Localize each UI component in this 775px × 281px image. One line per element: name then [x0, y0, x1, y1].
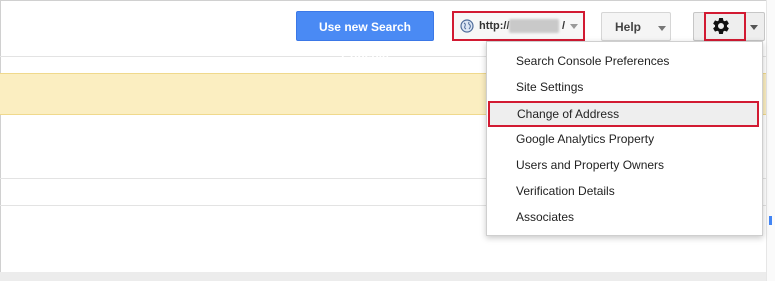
horizontal-scrollbar[interactable]: [0, 272, 775, 281]
menu-item-users-and-property-owners[interactable]: Users and Property Owners: [487, 152, 762, 178]
settings-dropdown-menu: Search Console Preferences Site Settings…: [486, 41, 763, 236]
menu-item-search-console-preferences[interactable]: Search Console Preferences: [487, 48, 762, 74]
menu-item-change-of-address[interactable]: Change of Address: [488, 101, 759, 127]
redacted-domain: [509, 19, 559, 33]
menu-item-associates[interactable]: Associates: [487, 204, 762, 230]
settings-button[interactable]: [693, 12, 765, 41]
gear-icon: [713, 17, 729, 34]
site-selector[interactable]: http:// /: [452, 11, 585, 41]
use-new-search-console-button[interactable]: Use new Search Console: [296, 11, 434, 64]
help-label: Help: [615, 20, 642, 34]
caret-down-icon: [570, 24, 578, 29]
caret-down-icon: [658, 26, 666, 31]
vertical-scrollbar[interactable]: [766, 0, 775, 281]
menu-item-verification-details[interactable]: Verification Details: [487, 178, 762, 204]
caret-down-icon: [750, 25, 758, 30]
menu-item-google-analytics-property[interactable]: Google Analytics Property: [487, 126, 762, 152]
site-url-suffix: /: [562, 20, 566, 32]
globe-icon: [460, 19, 474, 33]
scroll-marker: [769, 216, 772, 225]
site-url-prefix: http://: [479, 20, 510, 32]
help-button[interactable]: Help: [601, 12, 671, 41]
menu-item-site-settings[interactable]: Site Settings: [487, 74, 762, 100]
